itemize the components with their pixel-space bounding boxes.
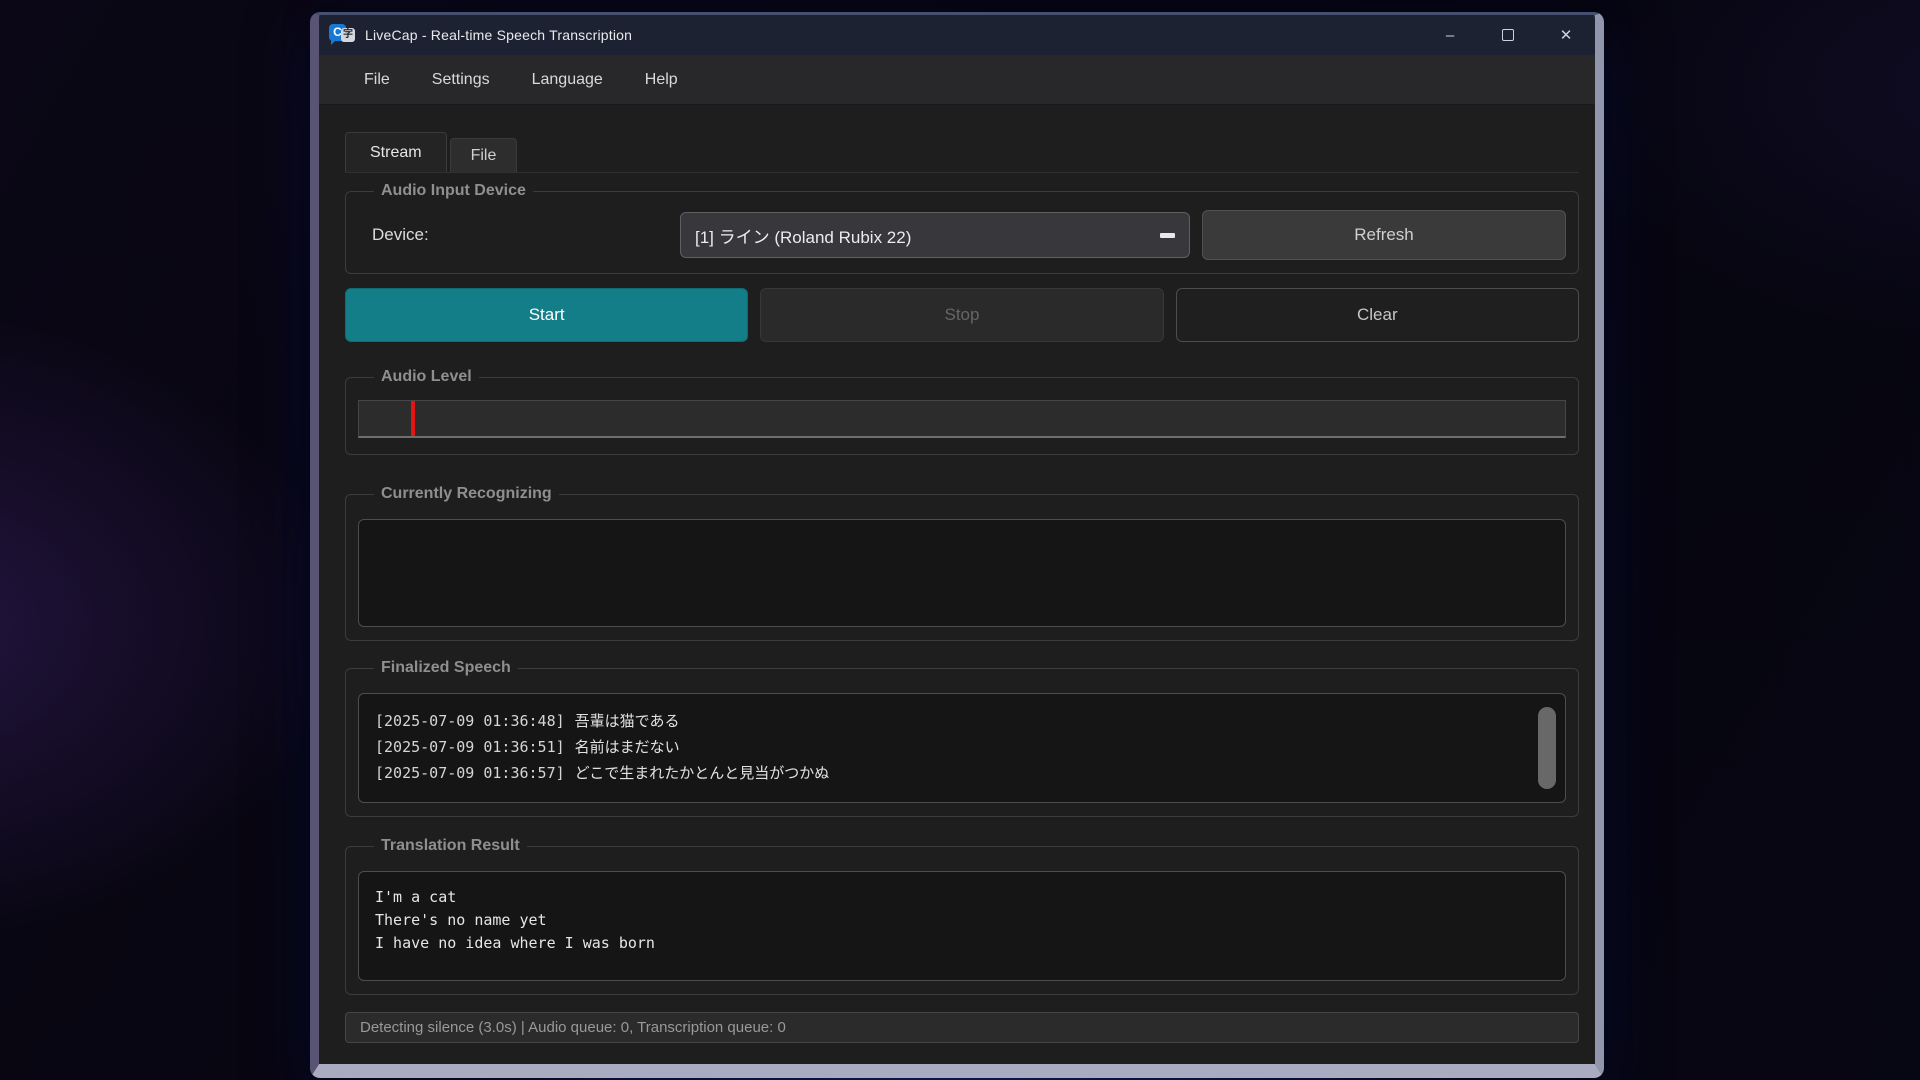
- menu-file[interactable]: File: [347, 65, 407, 95]
- refresh-button[interactable]: Refresh: [1202, 210, 1566, 260]
- maximize-button[interactable]: [1479, 15, 1537, 55]
- audio-input-device-legend: Audio Input Device: [374, 182, 533, 200]
- menu-help[interactable]: Help: [628, 65, 695, 95]
- menu-bar: File Settings Language Help: [319, 55, 1595, 105]
- tab-file[interactable]: File: [450, 138, 518, 172]
- app-icon: C 字: [329, 23, 355, 47]
- finalized-speech-legend: Finalized Speech: [374, 659, 518, 677]
- app-window: C 字 LiveCap - Real-time Speech Transcrip…: [310, 12, 1604, 1078]
- currently-recognizing-legend: Currently Recognizing: [374, 485, 559, 503]
- tab-stream[interactable]: Stream: [345, 132, 447, 172]
- translation-result-group: Translation Result I'm a cat There's no …: [345, 837, 1579, 995]
- status-bar: Detecting silence (3.0s) | Audio queue: …: [345, 1012, 1579, 1043]
- maximize-icon: [1502, 29, 1514, 41]
- finalized-scrollbar-thumb[interactable]: [1538, 707, 1556, 789]
- device-select-value: [1] ライン (Roland Rubix 22): [695, 223, 911, 248]
- menu-settings[interactable]: Settings: [415, 65, 507, 95]
- finalized-text: 名前はまだない: [575, 738, 680, 756]
- menu-language[interactable]: Language: [515, 65, 620, 95]
- finalized-timestamp: [2025-07-09 01:36:48]: [375, 712, 565, 730]
- finalized-speech-textbox[interactable]: [2025-07-09 01:36:48] 吾輩は猫である [2025-07-09…: [358, 693, 1566, 803]
- title-bar: C 字 LiveCap - Real-time Speech Transcrip…: [319, 15, 1595, 55]
- audio-input-device-group: Audio Input Device Device: [1] ライン (Rola…: [345, 182, 1579, 274]
- window-title: LiveCap - Real-time Speech Transcription: [365, 27, 632, 43]
- finalized-line: [2025-07-09 01:36:48] 吾輩は猫である: [375, 708, 1549, 734]
- finalized-timestamp: [2025-07-09 01:36:51]: [375, 738, 565, 756]
- audio-level-meter: [358, 400, 1566, 438]
- close-button[interactable]: ✕: [1537, 15, 1595, 55]
- main-content: Stream File Audio Input Device Device: […: [319, 105, 1595, 1064]
- close-icon: ✕: [1560, 26, 1573, 44]
- device-label: Device:: [358, 225, 680, 245]
- minimize-icon: –: [1446, 27, 1454, 44]
- dropdown-indicator-icon: [1160, 233, 1175, 238]
- finalized-line: [2025-07-09 01:36:57] どこで生まれたかとんと見当がつかぬ: [375, 760, 1549, 786]
- window-controls: – ✕: [1421, 15, 1595, 55]
- translation-result-legend: Translation Result: [374, 837, 527, 855]
- finalized-line: [2025-07-09 01:36:51] 名前はまだない: [375, 734, 1549, 760]
- status-text: Detecting silence (3.0s) | Audio queue: …: [360, 1019, 786, 1036]
- tab-bar: Stream File: [345, 132, 1579, 172]
- recognizing-textbox[interactable]: [358, 519, 1566, 627]
- audio-level-legend: Audio Level: [374, 368, 479, 386]
- finalized-timestamp: [2025-07-09 01:36:57]: [375, 764, 565, 782]
- start-button[interactable]: Start: [345, 288, 748, 342]
- audio-level-marker: [411, 401, 415, 436]
- translation-line: There's no name yet: [375, 909, 1549, 932]
- currently-recognizing-group: Currently Recognizing: [345, 485, 1579, 641]
- finalized-text: どこで生まれたかとんと見当がつかぬ: [575, 764, 830, 782]
- transport-buttons: Start Stop Clear: [345, 288, 1579, 342]
- translation-line: I'm a cat: [375, 886, 1549, 909]
- translation-textbox[interactable]: I'm a cat There's no name yet I have no …: [358, 871, 1566, 981]
- tab-pane-divider: [345, 172, 1579, 173]
- finalized-text: 吾輩は猫である: [575, 712, 680, 730]
- app-icon-kanji-bubble: 字: [341, 28, 355, 42]
- device-row: Device: [1] ライン (Roland Rubix 22) Refres…: [358, 210, 1566, 260]
- translation-line: I have no idea where I was born: [375, 932, 1549, 955]
- stop-button[interactable]: Stop: [760, 288, 1163, 342]
- clear-button[interactable]: Clear: [1176, 288, 1579, 342]
- finalized-speech-group: Finalized Speech [2025-07-09 01:36:48] 吾輩…: [345, 659, 1579, 817]
- device-select[interactable]: [1] ライン (Roland Rubix 22): [680, 212, 1190, 258]
- audio-level-group: Audio Level: [345, 368, 1579, 455]
- minimize-button[interactable]: –: [1421, 15, 1479, 55]
